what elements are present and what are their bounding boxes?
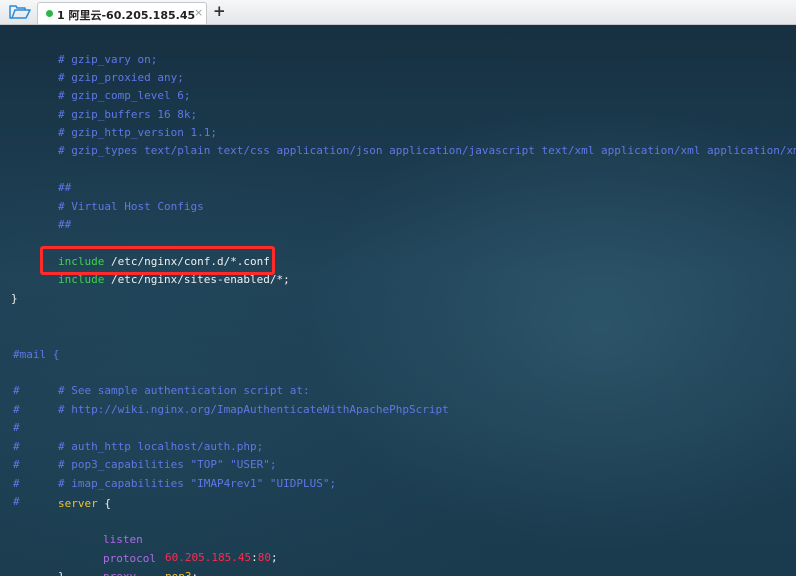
terminal-line: # # pop3_capabilities "TOP" "USER"; [13,458,277,471]
folder-open-icon[interactable] [9,4,31,20]
terminal-line: #mail { [13,348,60,361]
terminal-line: proxy on; [0,550,796,576]
terminal-line: ## [58,181,72,194]
terminal-line: listen 60.205.185.45:80; [103,533,278,564]
terminal-line: # gzip_proxied any; [58,71,184,84]
terminal-line: # # auth_http localhost/auth.php; [13,440,264,453]
new-tab-button[interactable]: + [213,2,226,20]
terminal-line: } [58,568,65,576]
terminal-output[interactable]: # gzip_vary on; # gzip_proxied any; # gz… [0,25,796,576]
terminal-line: # gzip_comp_level 6; [58,89,191,102]
close-icon[interactable]: × [194,6,203,19]
terminal-line: } [11,292,18,305]
terminal-line: # gzip_buffers 16 8k; [58,108,198,121]
terminal-line: # gzip_http_version 1.1; [58,126,217,139]
terminal-line: # [13,421,20,434]
session-tab-label: 1 阿里云-60.205.185.45 [57,9,196,22]
terminal-line: protocol pop3; [103,552,198,576]
terminal-line: # Virtual Host Configs [58,200,204,213]
highlight-annotation-box [40,246,275,275]
terminal-line: ## [58,218,72,231]
tab-bar: 1 阿里云-60.205.185.45 × + [0,0,796,25]
terminal-line: # [13,495,20,508]
terminal-line: # gzip_types text/plain text/css applica… [58,144,796,157]
terminal-line: # # See sample authentication script at: [13,384,310,397]
connection-status-icon [46,10,53,17]
terminal-line: # # http://wiki.nginx.org/ImapAuthenticat… [13,403,449,416]
session-tab[interactable]: 1 阿里云-60.205.185.45 × [37,2,207,24]
terminal-line: # # imap_capabilities "IMAP4rev1" "UIDPLU… [13,477,337,490]
terminal-line: # gzip_vary on; [58,53,158,66]
terminal-line: server { [58,497,111,510]
